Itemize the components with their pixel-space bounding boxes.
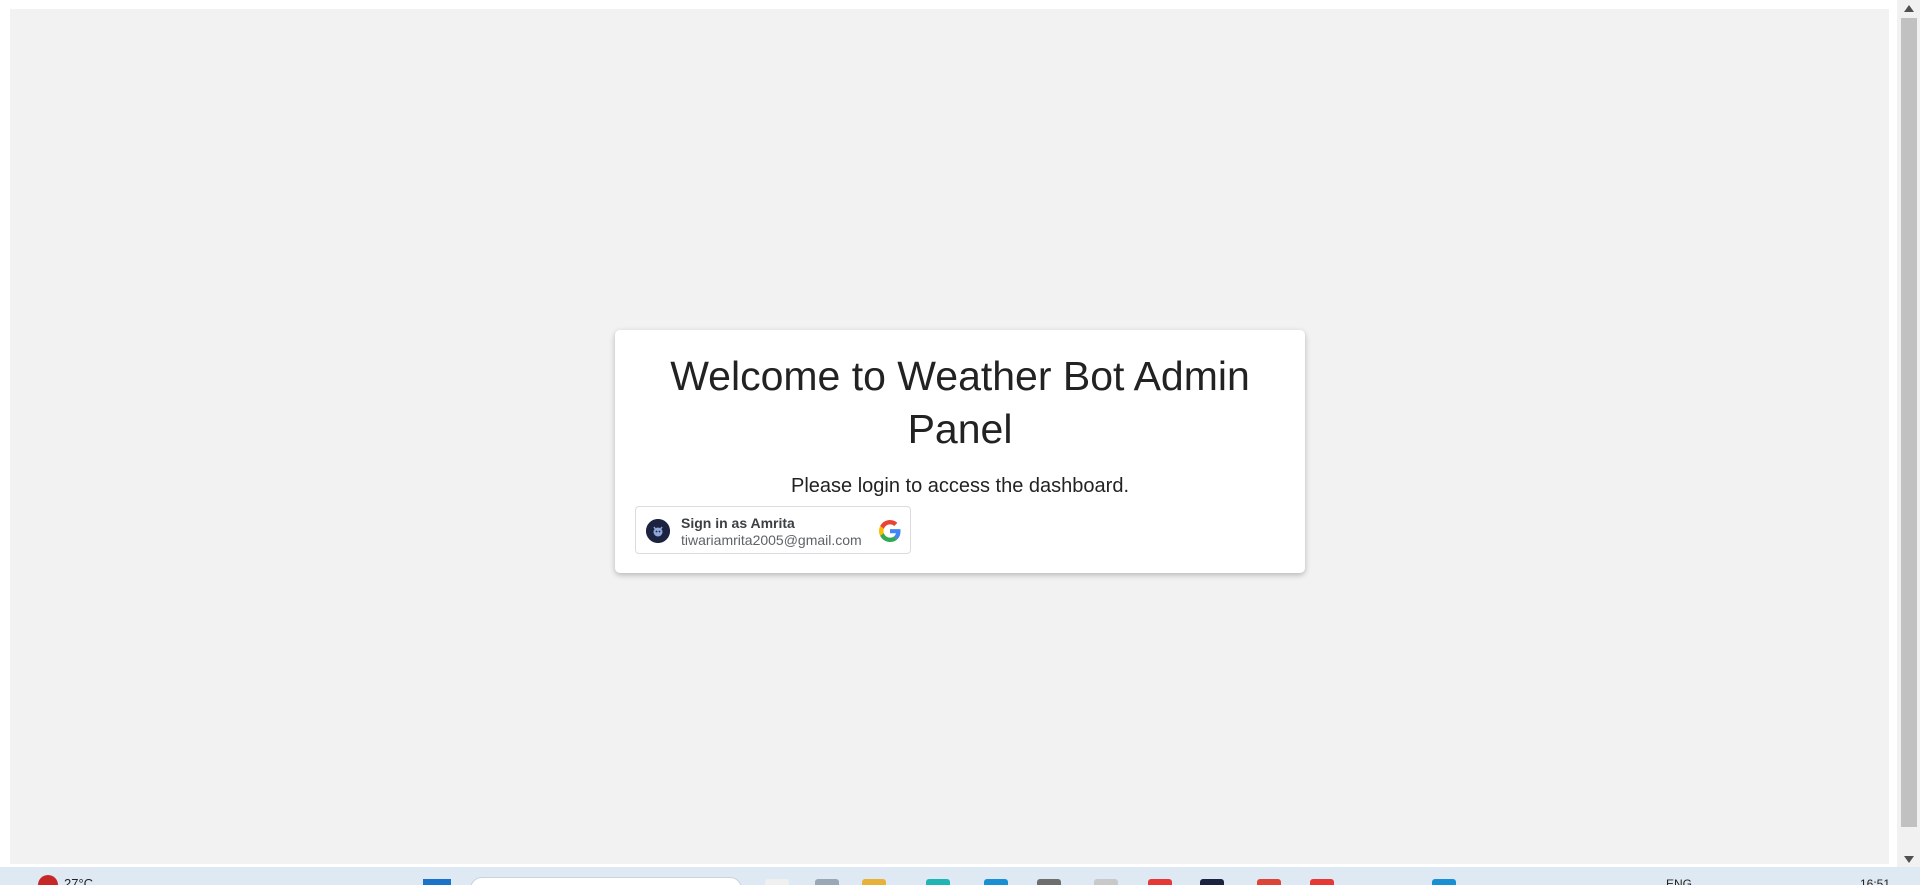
login-prompt: Please login to access the dashboard. xyxy=(791,475,1129,497)
weather-temperature[interactable]: 27°C xyxy=(64,876,93,885)
windows-start-icon[interactable] xyxy=(423,879,451,885)
chrome-icon[interactable] xyxy=(1257,879,1281,885)
avatar xyxy=(646,519,670,543)
user-avatar-icon xyxy=(646,519,670,543)
clock[interactable]: 16:51 xyxy=(1860,877,1890,885)
taskbar-app-icon[interactable] xyxy=(1094,879,1118,885)
triangle-down-icon xyxy=(1903,855,1914,863)
taskbar: 27°C ENG 16:51 xyxy=(0,867,1920,885)
scroll-up-arrow[interactable] xyxy=(1897,0,1920,16)
taskbar-app-icon[interactable] xyxy=(984,879,1008,885)
triangle-up-icon xyxy=(1903,4,1914,12)
taskbar-app-icon[interactable] xyxy=(1148,879,1172,885)
account-email: tiwariamrita2005@gmail.com xyxy=(681,532,862,548)
folder-icon[interactable] xyxy=(862,879,886,885)
taskbar-app-icon[interactable] xyxy=(1432,879,1456,885)
vertical-scrollbar[interactable] xyxy=(1897,0,1920,867)
page-title: Welcome to Weather Bot Admin Panel xyxy=(670,353,1250,452)
google-g-icon xyxy=(879,520,901,542)
google-sign-in-button[interactable]: Sign in as Amrita tiwariamrita2005@gmail… xyxy=(635,506,911,554)
chrome-profile-icon[interactable] xyxy=(1200,879,1224,885)
taskbar-app-icon[interactable] xyxy=(765,879,789,885)
scroll-down-arrow[interactable] xyxy=(1897,851,1920,867)
taskbar-app-icon[interactable] xyxy=(815,879,839,885)
taskbar-search-box[interactable] xyxy=(470,877,742,885)
login-card: Welcome to Weather Bot Admin Panel Pleas… xyxy=(615,330,1305,573)
taskbar-app-icon[interactable] xyxy=(1310,879,1334,885)
sign-in-label: Sign in as Amrita xyxy=(681,515,795,531)
weather-icon[interactable] xyxy=(38,875,58,885)
page-viewport: Welcome to Weather Bot Admin Panel Pleas… xyxy=(10,9,1889,864)
scrollbar-thumb[interactable] xyxy=(1901,18,1917,827)
language-indicator[interactable]: ENG xyxy=(1666,877,1692,885)
taskbar-app-icon[interactable] xyxy=(926,879,950,885)
taskbar-app-icon[interactable] xyxy=(1037,879,1061,885)
